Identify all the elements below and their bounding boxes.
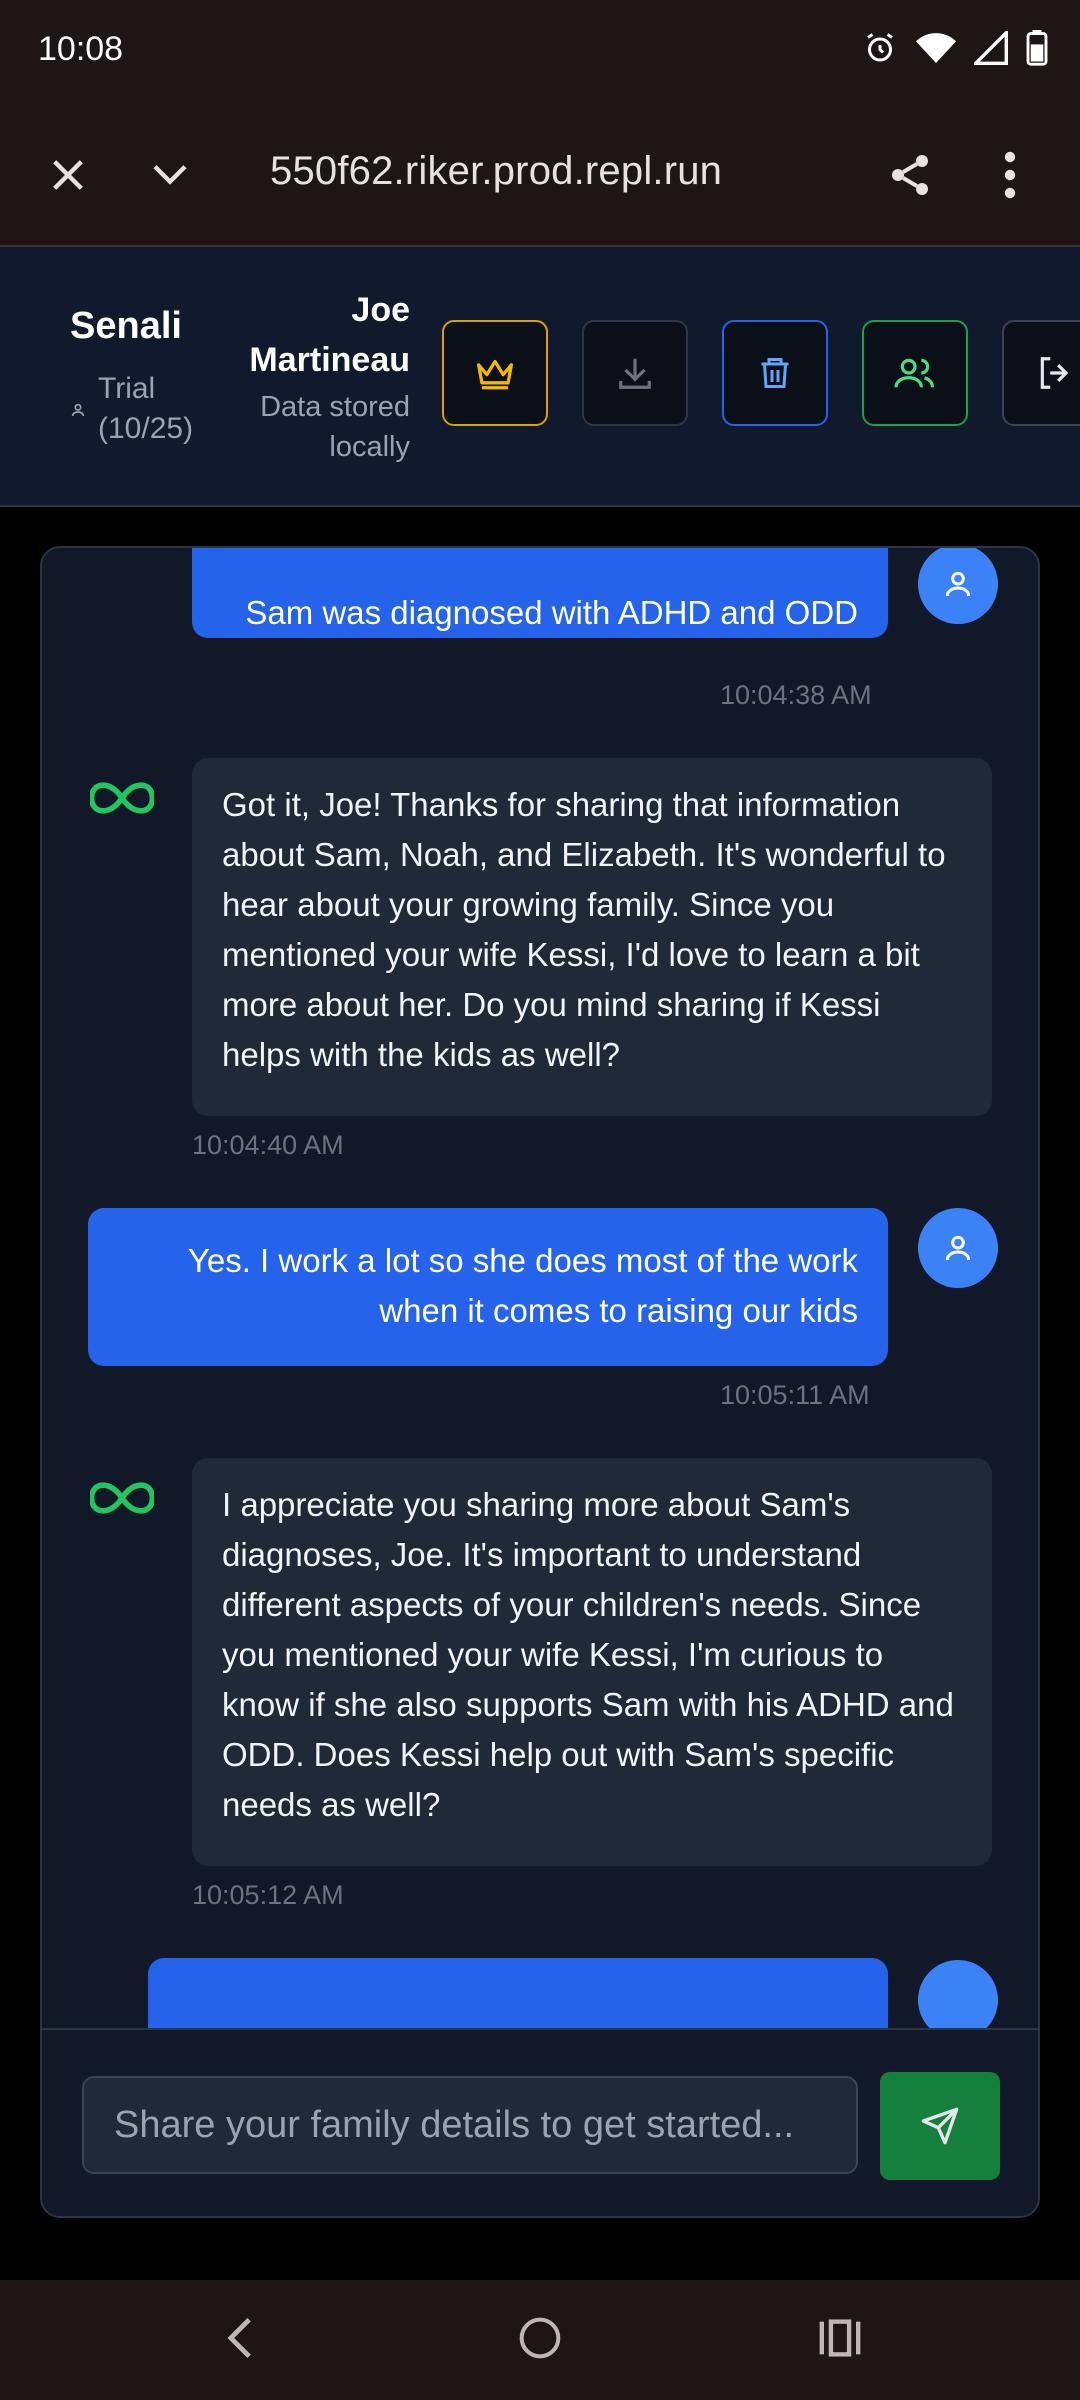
assistant-message: I appreciate you sharing more about Sam'… — [192, 1458, 992, 1866]
trash-icon — [761, 358, 789, 388]
user-icon — [945, 1235, 971, 1261]
status-icons — [862, 30, 1048, 66]
wifi-icon — [916, 33, 956, 63]
assistant-message: Got it, Joe! Thanks for sharing that inf… — [192, 758, 992, 1116]
trial-count: (10/25) — [98, 412, 194, 445]
download-icon — [619, 358, 651, 389]
infinity-icon — [90, 782, 154, 814]
collapse-button[interactable] — [140, 145, 200, 205]
recents-icon — [819, 2319, 861, 2357]
user-first-name: Joe — [351, 291, 410, 329]
user-last-name: Martineau — [249, 341, 410, 379]
close-tab-button[interactable] — [38, 145, 98, 205]
delete-button[interactable] — [722, 320, 828, 426]
message-list[interactable]: Sam was diagnosed with ADHD and ODD 10:0… — [42, 548, 1038, 2028]
battery-icon — [1026, 30, 1048, 66]
trial-label: Trial — [98, 372, 156, 405]
browser-toolbar: 550f62.riker.prod.repl.run — [0, 105, 1080, 247]
back-icon — [227, 2317, 251, 2359]
message-text: Sam was diagnosed with ADHD and ODD — [245, 594, 858, 631]
more-options-button[interactable] — [980, 145, 1040, 205]
storage-note-line2: locally — [329, 431, 410, 463]
share-button[interactable] — [880, 145, 940, 205]
storage-note-line1: Data stored — [260, 391, 410, 423]
crown-icon — [477, 359, 513, 390]
status-bar: 10:08 — [0, 0, 1080, 105]
alarm-icon — [867, 33, 893, 62]
share-icon — [892, 155, 928, 195]
app-header: Senali Trial (10/25) Joe Martineau Data … — [0, 247, 1080, 507]
recents-button[interactable] — [810, 2308, 870, 2368]
home-button[interactable] — [510, 2308, 570, 2368]
close-icon — [53, 160, 83, 190]
trial-status: Trial (10/25) — [70, 369, 193, 449]
home-icon — [519, 2317, 561, 2359]
composer: Share your family details to get started… — [42, 2028, 1038, 2216]
infinity-icon — [90, 1482, 154, 1514]
message-timestamp: 10:04:40 AM — [192, 1130, 344, 1160]
logout-button[interactable] — [1002, 320, 1080, 426]
user-avatar — [918, 1208, 998, 1288]
message-text: Got it, Joe! Thanks for sharing that inf… — [222, 786, 946, 1073]
message-timestamp: 10:05:11 AM — [720, 1380, 870, 1410]
system-nav-bar — [0, 2280, 1080, 2400]
back-button[interactable] — [210, 2308, 270, 2368]
user-small-icon — [71, 403, 85, 417]
user-icon — [945, 571, 971, 597]
signal-icon — [974, 31, 1008, 65]
message-timestamp: 10:04:38 AM — [720, 680, 872, 710]
message-text: I appreciate you sharing more about Sam'… — [222, 1486, 954, 1823]
more-vertical-icon — [1004, 151, 1016, 199]
chat-panel: Sam was diagnosed with ADHD and ODD 10:0… — [40, 546, 1040, 2218]
brand-name: Senali — [70, 305, 182, 347]
send-icon — [921, 2107, 959, 2145]
message-timestamp: 10:05:12 AM — [192, 1880, 344, 1910]
user-message-partial — [148, 1958, 888, 2028]
family-button[interactable] — [862, 320, 968, 426]
user-avatar — [918, 1960, 998, 2028]
download-button[interactable] — [582, 320, 688, 426]
logout-icon — [1040, 357, 1069, 389]
user-message: Sam was diagnosed with ADHD and ODD — [192, 548, 888, 638]
message-input[interactable]: Share your family details to get started… — [82, 2076, 858, 2174]
user-message: Yes. I work a lot so she does most of th… — [88, 1208, 888, 1366]
users-icon — [894, 358, 934, 388]
url-text[interactable]: 550f62.riker.prod.repl.run — [270, 149, 722, 194]
user-avatar — [918, 548, 998, 624]
send-button[interactable] — [880, 2072, 1000, 2180]
chevron-down-icon — [153, 165, 187, 185]
user-info: Joe Martineau Data stored locally — [249, 285, 410, 467]
status-time: 10:08 — [38, 30, 124, 68]
message-text: Yes. I work a lot so she does most of th… — [187, 1242, 858, 1329]
premium-button[interactable] — [442, 320, 548, 426]
